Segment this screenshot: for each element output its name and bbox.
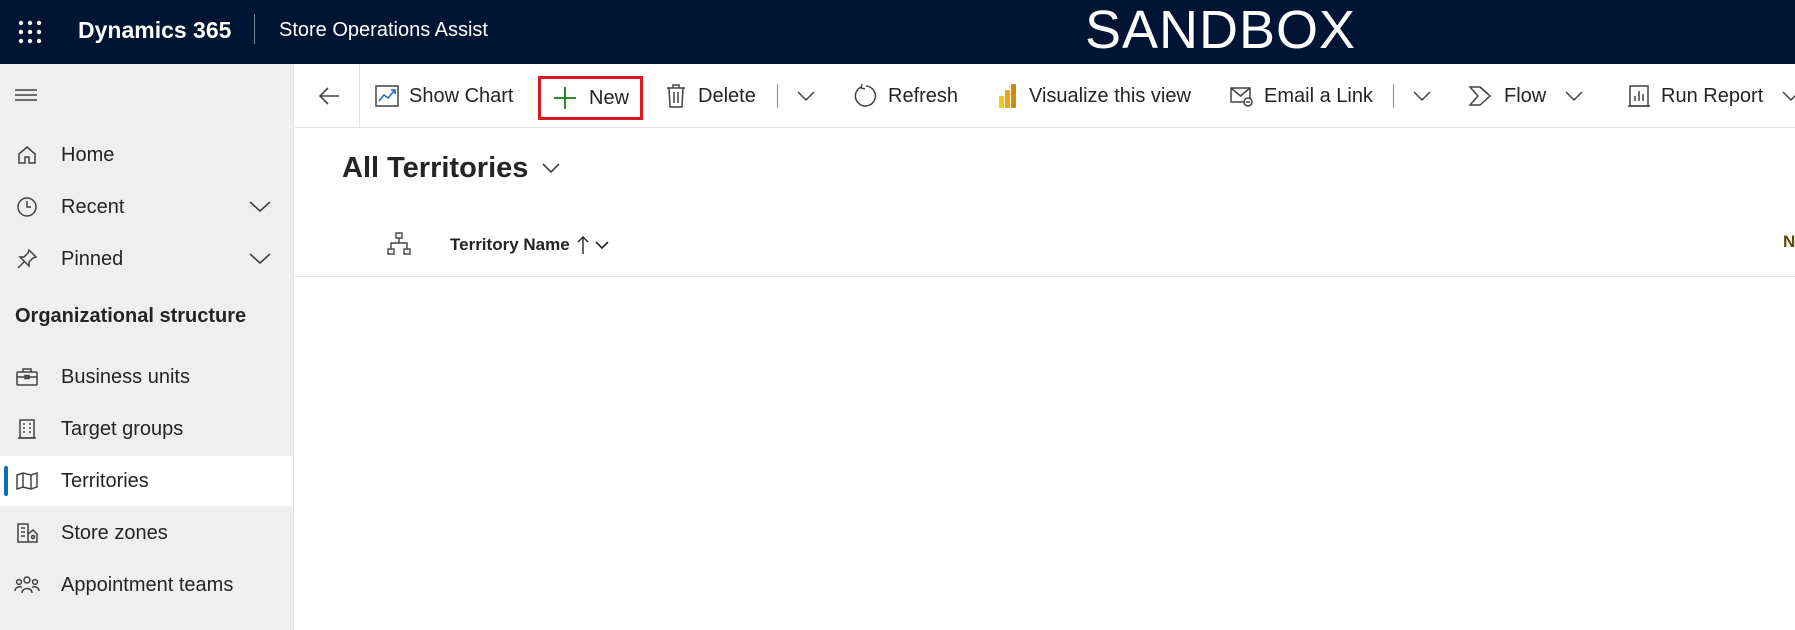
sidebar-item-appointment-teams[interactable]: Appointment teams [0, 560, 293, 610]
command-bar: Show Chart New Delete Refresh Visualize … [295, 64, 1795, 128]
chevron-down-icon[interactable] [246, 195, 274, 219]
map-icon [14, 469, 40, 493]
sidebar-item-label: Recent [61, 195, 125, 218]
chevron-down-icon[interactable] [246, 247, 274, 271]
report-icon [1625, 82, 1653, 110]
sidebar-item-target-groups[interactable]: Target groups [0, 404, 293, 454]
chevron-down-icon [594, 237, 610, 253]
power-bi-icon [993, 82, 1021, 110]
sitemap-sidebar: Home Recent Pinned Organizational struct… [0, 64, 294, 630]
sidebar-item-pinned[interactable]: Pinned [0, 234, 293, 284]
grid-header-row: Territory Name N [295, 218, 1795, 277]
view-title: All Territories [342, 151, 529, 184]
sidebar-item-recent[interactable]: Recent [0, 182, 293, 232]
run-report-button[interactable]: Run Report [1625, 74, 1795, 118]
sidebar-item-label: Home [61, 143, 115, 166]
trash-icon [662, 82, 690, 110]
split-divider [777, 84, 778, 108]
topbar-divider [254, 14, 255, 44]
email-link-label: Email a Link [1264, 84, 1373, 107]
column-header-clipped[interactable]: N [1783, 232, 1795, 260]
plus-icon [551, 84, 579, 112]
show-chart-label: Show Chart [409, 84, 514, 107]
delete-more-dropdown[interactable] [791, 74, 821, 118]
new-label: New [589, 86, 630, 109]
back-arrow-icon [317, 85, 341, 107]
sidebar-item-label: Target groups [61, 417, 184, 440]
pin-icon [14, 247, 40, 271]
environment-banner: SANDBOX [1085, 0, 1357, 60]
sidebar-item-home[interactable]: Home [0, 130, 293, 180]
chevron-down-icon [796, 90, 816, 102]
sidebar-group-title: Organizational structure [15, 305, 247, 327]
email-link-button[interactable]: Email a Link [1228, 74, 1373, 118]
building-icon [14, 417, 40, 441]
sidebar-item-label: Territories [61, 469, 149, 492]
app-launcher-icon[interactable] [12, 14, 48, 50]
app-name[interactable]: Store Operations Assist [279, 0, 488, 64]
run-report-label: Run Report [1661, 84, 1764, 107]
delete-label: Delete [698, 84, 756, 107]
sort-ascending-icon [576, 234, 590, 256]
top-navigation-bar: Dynamics 365 Store Operations Assist SAN… [0, 0, 1795, 64]
refresh-label: Refresh [888, 84, 959, 107]
clock-icon [14, 195, 40, 219]
view-selector[interactable]: All Territories [342, 148, 562, 188]
refresh-icon [852, 82, 880, 110]
email-link-more-dropdown[interactable] [1407, 74, 1437, 118]
sidebar-item-label: Appointment teams [61, 573, 234, 596]
hamburger-icon[interactable] [12, 81, 40, 109]
split-divider [1393, 84, 1394, 108]
sidebar-item-label: Store zones [61, 521, 168, 544]
home-icon [14, 143, 40, 167]
chevron-down-icon [1564, 90, 1584, 102]
sidebar-item-label: Pinned [61, 247, 124, 270]
visualize-view-label: Visualize this view [1029, 84, 1191, 107]
product-name[interactable]: Dynamics 365 [78, 0, 231, 64]
people-team-icon [14, 573, 40, 597]
column-header-label: N [1783, 232, 1795, 251]
email-link-icon [1228, 82, 1256, 110]
commandbar-divider [359, 64, 360, 127]
sidebar-item-label: Business units [61, 365, 190, 388]
column-header-territory-name[interactable]: Territory Name [450, 230, 610, 260]
show-chart-button[interactable]: Show Chart [373, 74, 514, 118]
sidebar-item-territories[interactable]: Territories [0, 456, 293, 506]
sidebar-item-business-units[interactable]: Business units [0, 352, 293, 402]
chevron-down-icon [1781, 90, 1795, 102]
store-zone-icon [14, 521, 40, 545]
new-button[interactable]: New [538, 76, 644, 120]
delete-button[interactable]: Delete [662, 74, 756, 118]
chart-icon [373, 82, 401, 110]
chevron-down-icon [540, 157, 562, 179]
flow-label: Flow [1504, 84, 1547, 107]
refresh-button[interactable]: Refresh [852, 74, 958, 118]
briefcase-icon [14, 365, 40, 389]
flow-icon [1468, 82, 1496, 110]
flow-button[interactable]: Flow [1468, 74, 1584, 118]
back-button[interactable] [309, 74, 349, 118]
column-header-label: Territory Name [450, 235, 570, 254]
sidebar-item-store-zones[interactable]: Store zones [0, 508, 293, 558]
chevron-down-icon [1412, 90, 1432, 102]
hierarchy-icon[interactable] [385, 230, 413, 258]
visualize-view-button[interactable]: Visualize this view [993, 74, 1191, 118]
